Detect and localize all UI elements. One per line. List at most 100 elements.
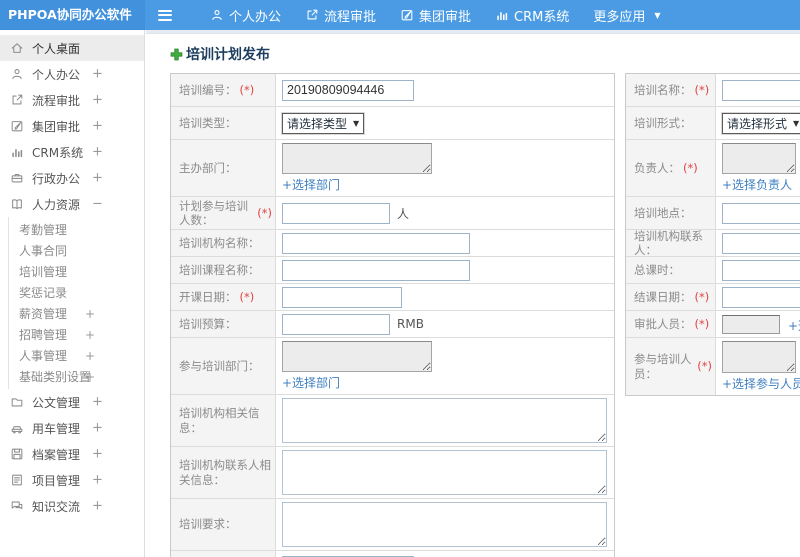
org-contact-info-textarea[interactable] — [282, 450, 607, 495]
org-contact-input[interactable] — [722, 232, 800, 254]
field-label-training-budget: 培训预算： — [171, 311, 276, 337]
sidebar-item-personal-office[interactable]: 个人办公 + — [0, 61, 144, 87]
expand-icon[interactable]: + — [92, 119, 103, 134]
field-label-attachment: 附件文档： — [171, 551, 276, 557]
sidebar-subitem-reward-records[interactable]: 奖惩记录 — [9, 282, 144, 303]
picker-link-joining-trainees[interactable]: +选择参与人员 — [722, 375, 800, 392]
required-mark: (*) — [239, 289, 255, 304]
expand-icon[interactable]: + — [92, 499, 103, 514]
start-date-input[interactable] — [282, 286, 402, 308]
picker-link-person-in-charge[interactable]: +选择负责人 — [722, 176, 792, 193]
training-name-input[interactable] — [722, 79, 800, 101]
topnav-item-4[interactable]: CRM系统 — [495, 6, 569, 25]
person-in-charge-textarea[interactable] — [722, 143, 796, 174]
project-icon — [10, 473, 24, 487]
topnav-item-1[interactable]: 个人办公 — [210, 6, 281, 25]
expand-icon[interactable]: + — [85, 307, 95, 321]
expand-icon[interactable]: + — [92, 473, 103, 488]
topnav-item-3[interactable]: 集团审批 — [400, 6, 471, 25]
form-row-training-type: 培训类型： 请选择类型 ▼ — [171, 107, 614, 140]
expand-icon[interactable]: + — [85, 349, 95, 363]
field-label-org-contact: 培训机构联系人： — [626, 229, 716, 257]
sidebar-item-workflow-approval[interactable]: 流程审批 + — [0, 87, 144, 113]
field-cell-planned-trainees: 人 — [276, 197, 614, 229]
sidebar-item-personal-desktop[interactable]: 个人桌面 — [0, 35, 144, 61]
topnav-item-5[interactable]: 更多应用 ▼ — [593, 6, 660, 25]
page-title: 培训计划发布 — [170, 44, 800, 64]
field-label-joining-trainees: 参与培训人员： (*) — [626, 338, 716, 395]
training-no-input[interactable] — [282, 79, 414, 101]
sidebar-item-admin-office[interactable]: 行政办公 + — [0, 165, 144, 191]
expand-icon[interactable]: + — [92, 67, 103, 82]
field-label-approvers: 审批人员： (*) — [626, 311, 716, 337]
sidebar-item-crm-system[interactable]: CRM系统 + — [0, 139, 144, 165]
sidebar-item-label: CRM系统 — [32, 145, 84, 160]
host-department-textarea[interactable] — [282, 143, 432, 174]
training-type-select[interactable]: 请选择类型 ▼ — [282, 112, 365, 134]
field-label-start-date: 开课日期： (*) — [171, 284, 276, 310]
field-cell-host-department: +选择部门 — [276, 140, 614, 196]
end-date-input[interactable] — [722, 286, 800, 308]
field-cell-org-contact — [716, 230, 800, 256]
field-cell-training-requirements — [276, 499, 614, 550]
topnav-item-2[interactable]: 流程审批 — [305, 6, 376, 25]
field-label-end-date: 结课日期： (*) — [626, 284, 716, 310]
home-icon — [10, 41, 24, 55]
required-mark: (*) — [683, 160, 698, 175]
course-name-input[interactable] — [282, 259, 470, 281]
training-form-select[interactable]: 请选择形式 ▼ — [722, 112, 800, 134]
approvers-input[interactable] — [722, 314, 780, 334]
field-cell-total-hours — [716, 257, 800, 283]
sidebar-subitem-attendance-mgmt[interactable]: 考勤管理 — [9, 219, 144, 240]
content-top-strip — [146, 30, 800, 34]
collapse-icon[interactable]: − — [92, 197, 103, 212]
sidebar-item-project-mgmt[interactable]: 项目管理 + — [0, 467, 144, 493]
training-requirements-textarea[interactable] — [282, 502, 607, 547]
sidebar-subitem-salary-mgmt[interactable]: 薪资管理 + — [9, 303, 144, 324]
expand-icon[interactable]: + — [92, 421, 103, 436]
sidebar-item-knowledge-exchange[interactable]: 知识交流 + — [0, 493, 144, 519]
sidebar-subitem-base-category[interactable]: 基础类别设置 + — [9, 366, 144, 387]
expand-icon[interactable]: + — [85, 328, 95, 342]
expand-icon[interactable]: + — [85, 370, 95, 384]
expand-icon[interactable]: + — [92, 145, 103, 160]
hamburger-menu-icon[interactable] — [158, 9, 172, 21]
required-mark: (*) — [239, 82, 255, 97]
org-name-input[interactable] — [282, 232, 470, 254]
picker-link-host-department[interactable]: +选择部门 — [282, 176, 340, 193]
field-label-course-name: 培训课程名称： — [171, 257, 276, 283]
sidebar-subitem-training-mgmt[interactable]: 培训管理 — [9, 261, 144, 282]
form-row-joining-trainees: 参与培训人员： (*) +选择参与人员 — [626, 338, 800, 395]
form-row-end-date: 结课日期： (*) — [626, 284, 800, 311]
planned-trainees-input[interactable] — [282, 202, 390, 224]
training-place-input[interactable] — [722, 202, 800, 224]
expand-icon[interactable]: + — [92, 93, 103, 108]
chart-icon — [10, 145, 24, 159]
field-cell-org-contact-info — [276, 447, 614, 498]
total-hours-input[interactable] — [722, 259, 800, 281]
field-cell-training-name — [716, 74, 800, 106]
field-label-total-hours: 总课时： — [626, 257, 716, 283]
sidebar-item-human-resources[interactable]: 人力资源 − — [0, 191, 144, 217]
picker-link-joining-departments[interactable]: +选择部门 — [282, 374, 340, 391]
expand-icon[interactable]: + — [92, 171, 103, 186]
field-label-training-name: 培训名称： (*) — [626, 74, 716, 106]
expand-icon[interactable]: + — [92, 447, 103, 462]
picker-link-approvers[interactable]: +选择审批人员 — [788, 317, 800, 334]
sidebar-subitem-hr-contract[interactable]: 人事合同 — [9, 240, 144, 261]
sidebar-item-group-approval[interactable]: 集团审批 + — [0, 113, 144, 139]
form-row-host-department: 主办部门： +选择部门 — [171, 140, 614, 197]
sidebar-item-document-mgmt[interactable]: 公文管理 + — [0, 389, 144, 415]
joining-trainees-textarea[interactable] — [722, 341, 796, 373]
sidebar-subitem-recruit-mgmt[interactable]: 招聘管理 + — [9, 324, 144, 345]
training-budget-input[interactable] — [282, 313, 390, 335]
sidebar-item-label: 个人桌面 — [32, 41, 81, 56]
expand-icon[interactable]: + — [92, 395, 103, 410]
sidebar-item-archive-mgmt[interactable]: 档案管理 + — [0, 441, 144, 467]
sidebar-subitem-personnel-mgmt[interactable]: 人事管理 + — [9, 345, 144, 366]
sidebar-subitem-label: 基础类别设置 — [19, 370, 92, 384]
org-info-textarea[interactable] — [282, 398, 607, 443]
field-label-org-contact-info: 培训机构联系人相关信息： — [171, 447, 276, 498]
joining-departments-textarea[interactable] — [282, 341, 432, 372]
sidebar-item-vehicle-mgmt[interactable]: 用车管理 + — [0, 415, 144, 441]
